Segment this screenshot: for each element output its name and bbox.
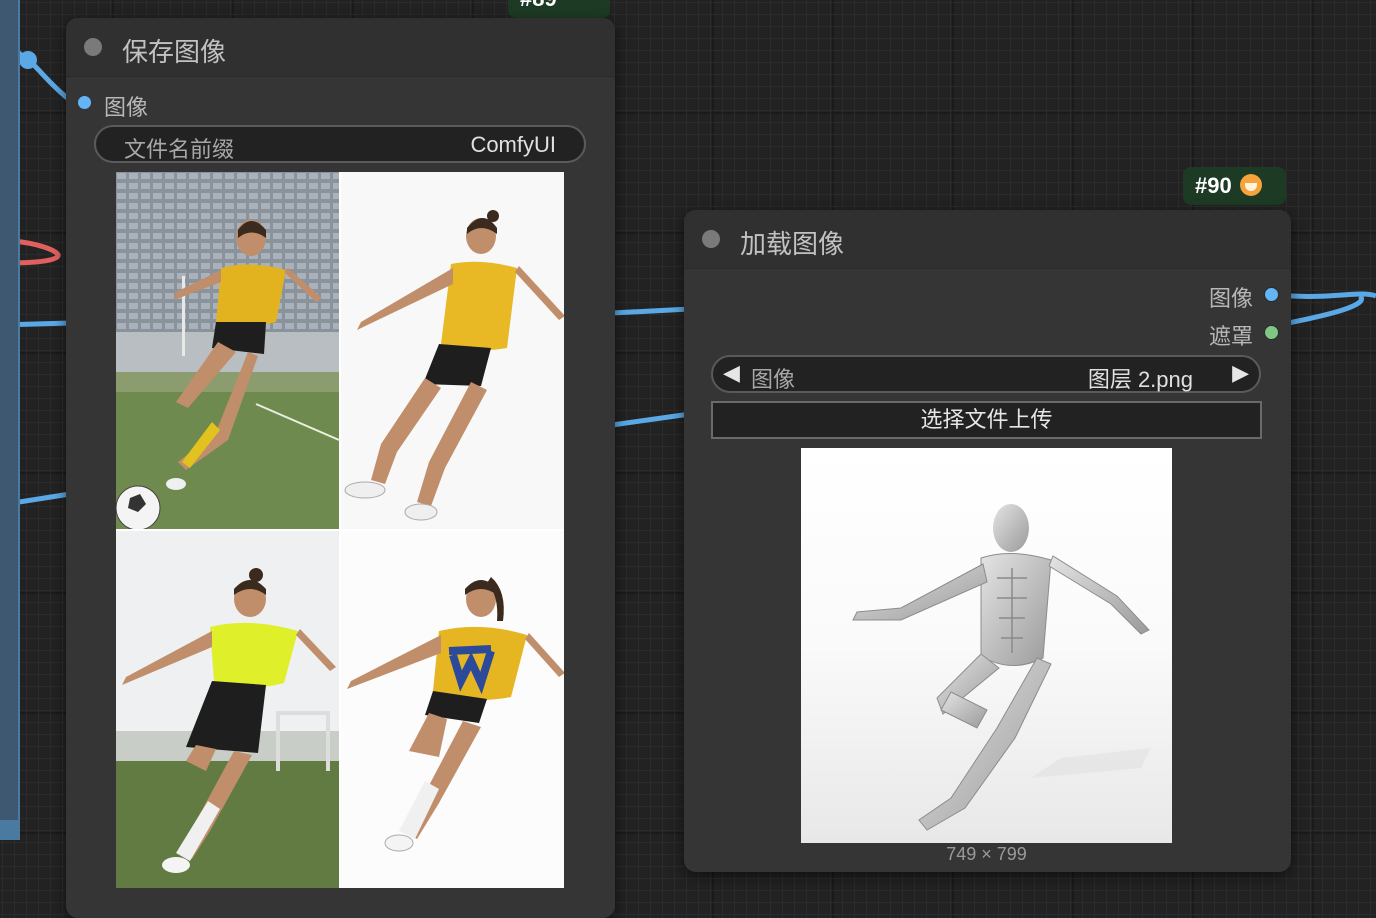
node-title: 保存图像 [122,37,227,67]
badge-text: #90 [1195,173,1232,198]
combo-next-arrow-icon[interactable]: ▶ [1232,360,1249,386]
collapse-toggle[interactable] [84,38,102,56]
group-resize-handle[interactable] [0,820,18,840]
input-slot-image[interactable] [78,96,91,109]
badge-text: #89 [520,0,557,11]
group-frame-edge [0,0,20,840]
widget-label: 文件名前缀 [124,137,235,162]
filename-prefix-widget[interactable]: 文件名前缀 ComfyUI [94,125,586,163]
output-slot-image[interactable] [1264,287,1279,302]
input-label-image: 图像 [104,95,149,120]
save-image-node[interactable]: 保存图像 图像 文件名前缀 ComfyUI [66,18,615,918]
grid-image-1[interactable] [116,172,339,529]
node-title: 加载图像 [740,229,845,259]
output-image-grid[interactable] [116,172,564,888]
output-label-mask: 遮罩 [1208,324,1253,349]
node-id-badge: #90 [1183,167,1286,205]
grid-image-4[interactable] [341,531,564,888]
fox-icon [1239,174,1262,197]
node-header[interactable]: 保存图像 [66,18,615,77]
widget-label: 图像 [751,367,796,392]
node-header[interactable]: 加载图像 [684,210,1291,269]
output-label-image: 图像 [1208,286,1253,311]
image-preview[interactable] [801,448,1172,843]
grid-image-3[interactable] [116,531,339,888]
combo-prev-arrow-icon[interactable]: ◀ [723,360,740,386]
image-dimensions-caption: 749 × 799 [946,844,1027,864]
collapse-toggle[interactable] [702,230,720,248]
image-combo-widget[interactable]: ◀ 图像 图层 2.png ▶ [711,355,1261,393]
upload-file-button[interactable]: 选择文件上传 [711,401,1262,439]
widget-value: ComfyUI [470,132,556,157]
widget-value: 图层 2.png [1087,367,1193,392]
node-id-badge-partial: #89 [508,0,610,18]
load-image-node[interactable]: 加载图像 图像 遮罩 ◀ 图像 图层 2.png ▶ 选择文件上传 749 × … [684,210,1291,872]
output-slot-mask[interactable] [1264,325,1279,340]
grid-image-2[interactable] [341,172,564,529]
